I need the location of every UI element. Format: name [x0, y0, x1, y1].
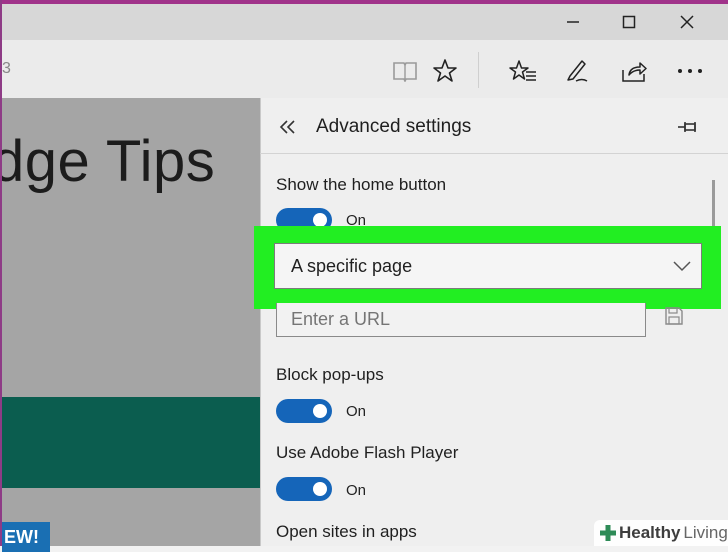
back-button[interactable] — [278, 113, 302, 141]
block-popups-label: Block pop-ups — [276, 365, 384, 384]
toggle-knob — [313, 404, 327, 418]
minimize-icon — [567, 21, 579, 23]
flash-label: Use Adobe Flash Player — [276, 443, 459, 462]
minimize-button[interactable] — [545, 4, 601, 40]
close-icon — [680, 15, 694, 29]
reading-view-icon — [393, 62, 417, 82]
maximize-button[interactable] — [601, 4, 657, 40]
double-chevron-left-icon — [279, 120, 295, 134]
web-note-icon — [567, 60, 588, 82]
save-icon — [665, 307, 683, 325]
toggle-knob — [313, 482, 327, 496]
share-button[interactable] — [618, 56, 650, 86]
pin-icon — [678, 122, 696, 132]
watermark-healthy: Healthy — [619, 523, 681, 542]
flash-state: On — [346, 482, 367, 499]
new-badge: EW! — [2, 522, 50, 552]
pin-button[interactable] — [676, 114, 702, 140]
hub-button[interactable] — [507, 56, 539, 86]
chevron-down-icon — [672, 256, 692, 276]
more-icon — [678, 69, 702, 73]
close-button[interactable] — [659, 4, 715, 40]
share-icon — [622, 62, 647, 82]
watermark-living: Living — [683, 523, 728, 542]
panel-title: Advanced settings — [316, 116, 472, 137]
toolbar-divider — [478, 52, 479, 88]
hub-icon — [509, 60, 536, 81]
reading-view-button[interactable] — [391, 58, 419, 84]
panel-header-divider — [260, 153, 728, 154]
open-in-apps-label: Open sites in apps — [276, 522, 417, 541]
page-title: dge Tips — [0, 129, 216, 194]
page-banner — [2, 397, 260, 488]
favorite-button[interactable] — [430, 56, 460, 86]
flash-toggle[interactable] — [276, 477, 332, 501]
url-input[interactable] — [276, 303, 646, 337]
maximize-icon — [622, 15, 636, 29]
block-popups-state: On — [346, 403, 367, 420]
window-left-edge — [0, 0, 2, 546]
home-page-dropdown-value: A specific page — [291, 256, 413, 276]
home-button-label: Show the home button — [276, 175, 447, 194]
web-note-button[interactable] — [562, 56, 592, 86]
more-button[interactable] — [674, 56, 706, 86]
watermark: Healthy Living — [594, 520, 728, 546]
address-text: 3 — [2, 60, 11, 77]
favorite-star-icon — [433, 59, 457, 82]
block-popups-toggle[interactable] — [276, 399, 332, 423]
plus-logo-icon — [600, 525, 616, 541]
save-url-button[interactable] — [664, 306, 684, 326]
toggle-knob — [313, 213, 327, 227]
